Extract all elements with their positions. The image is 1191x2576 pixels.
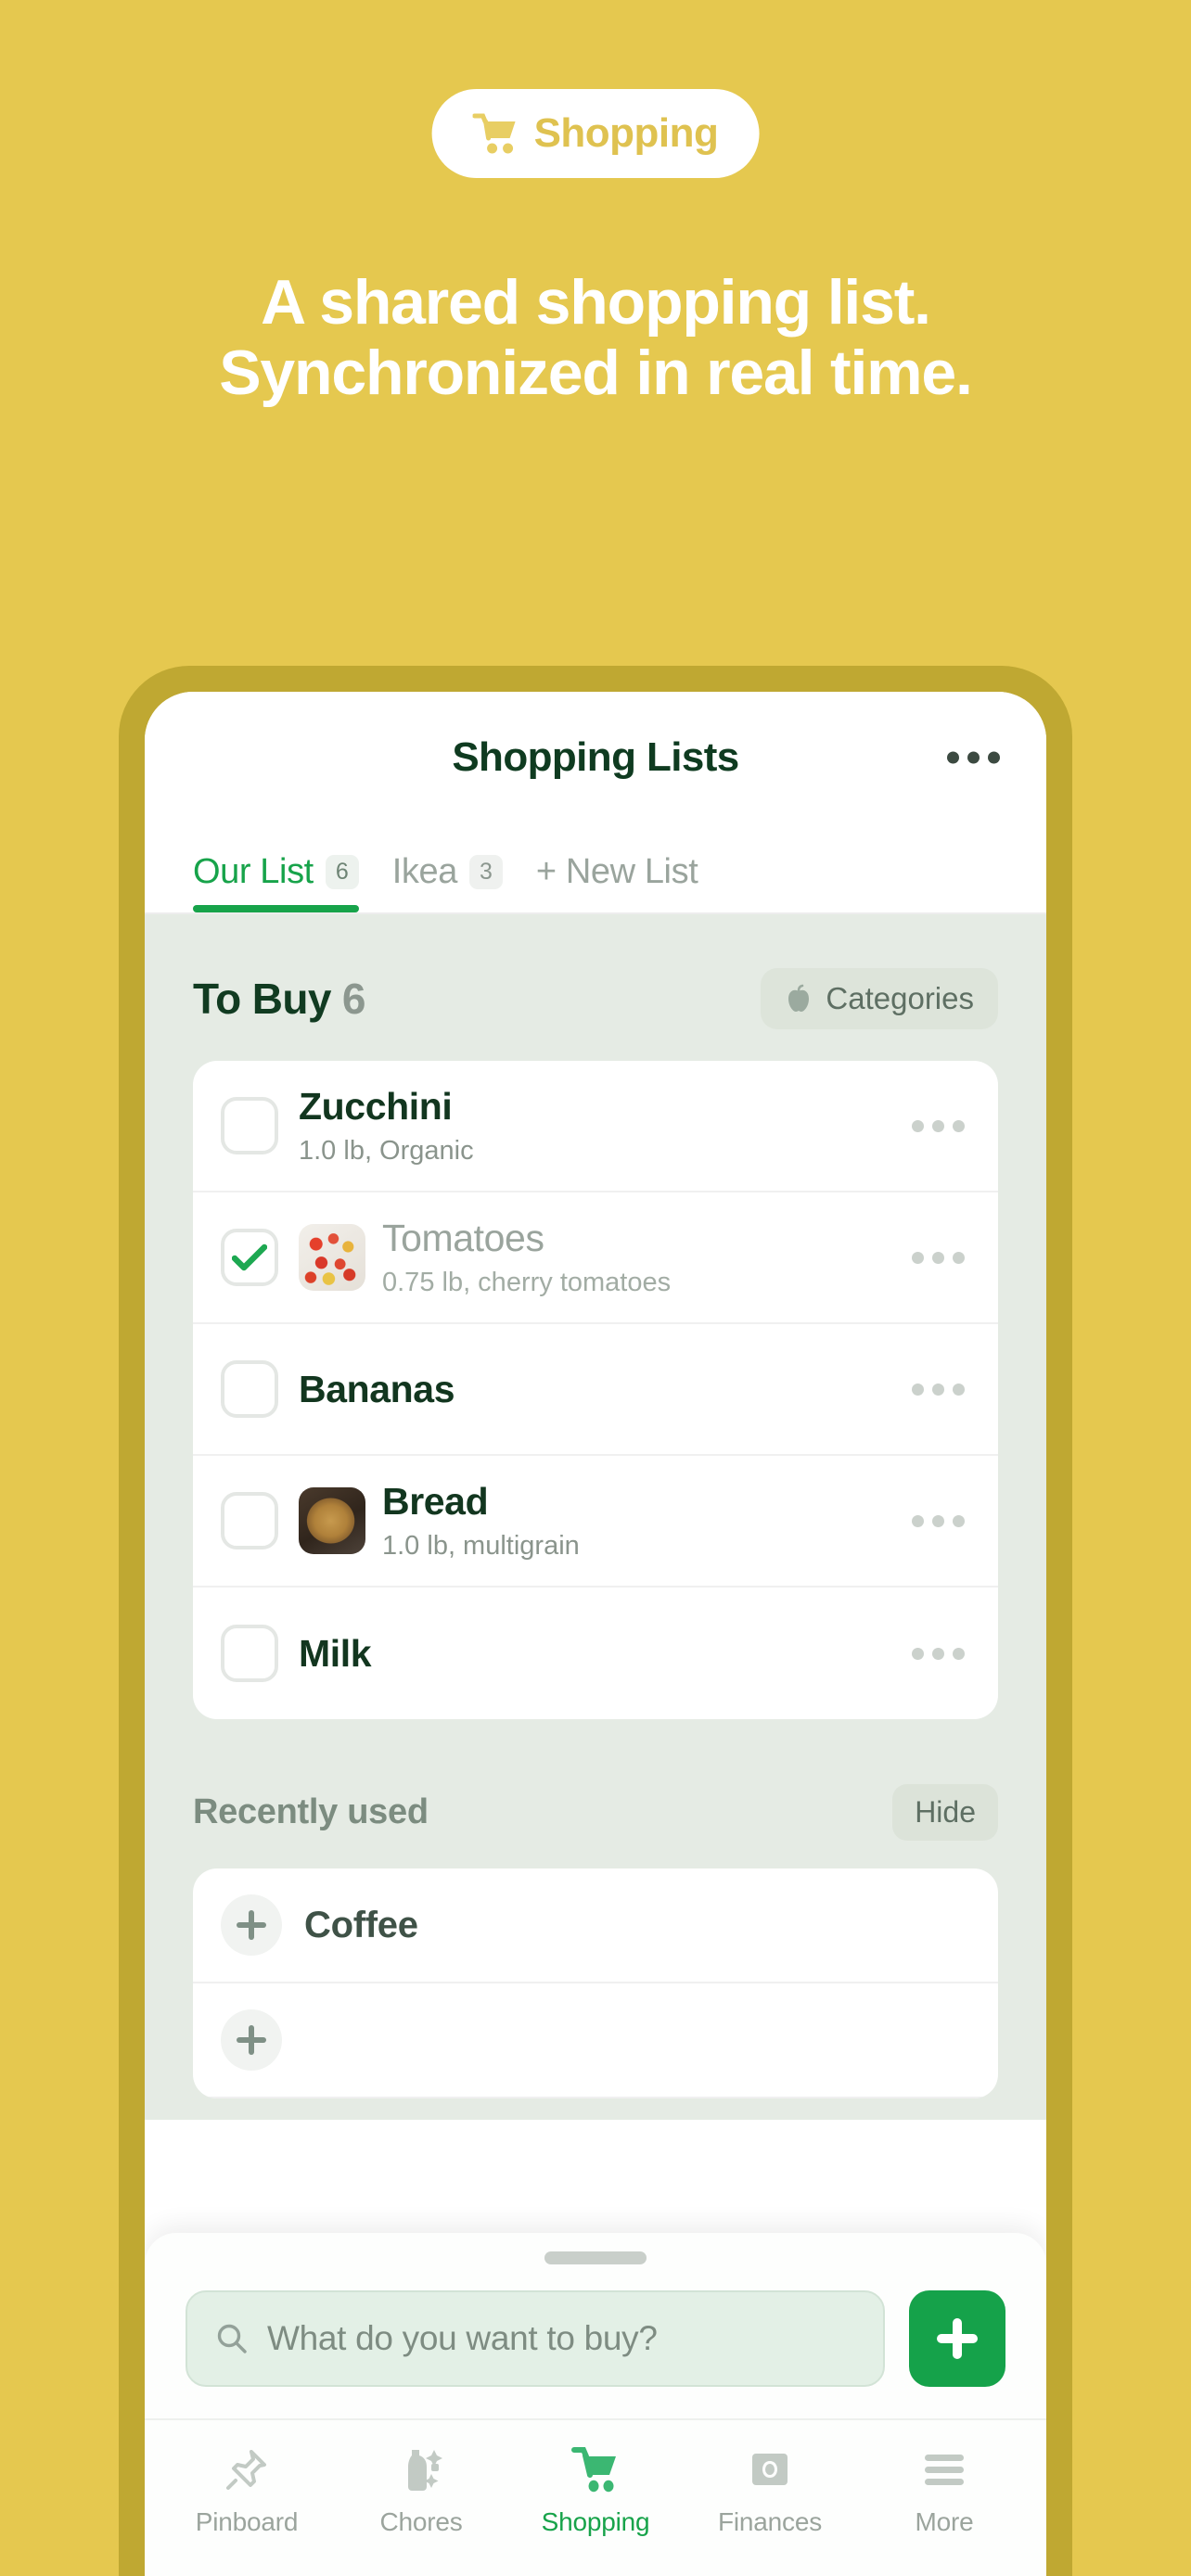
item-name: Bananas — [299, 1367, 455, 1410]
item-checkbox[interactable] — [221, 1229, 278, 1286]
phone-frame: Shopping Lists Our List 6 Ikea 3 + New L… — [119, 666, 1072, 2576]
more-horizontal-icon[interactable] — [897, 1119, 965, 1132]
page-title: Shopping Lists — [452, 734, 739, 780]
tab-finances[interactable]: Finances — [683, 2444, 857, 2537]
to-buy-title: To Buy 6 — [193, 974, 365, 1024]
tab-label: + New List — [535, 852, 698, 891]
tab-ikea[interactable]: Ikea 3 — [392, 852, 503, 912]
tab-label: Our List — [193, 852, 314, 891]
apple-icon — [785, 984, 813, 1014]
composer-sheet: What do you want to buy? Pinboard Chores… — [145, 2233, 1046, 2576]
composer-row: What do you want to buy? — [145, 2290, 1046, 2418]
hide-button[interactable]: Hide — [892, 1784, 998, 1841]
tab-label: Chores — [379, 2507, 463, 2536]
item-thumbnail — [299, 1487, 365, 1554]
item-checkbox[interactable] — [221, 1625, 278, 1682]
promo-headline: A shared shopping list. Synchronized in … — [219, 267, 973, 409]
more-horizontal-icon[interactable] — [897, 1251, 965, 1264]
more-horizontal-icon[interactable] — [947, 751, 1000, 764]
tab-our-list[interactable]: Our List 6 — [193, 852, 359, 912]
more-horizontal-icon[interactable] — [897, 1514, 965, 1527]
table-row[interactable]: Milk — [193, 1588, 998, 1719]
tab-label: Finances — [717, 2507, 822, 2536]
table-row[interactable]: Bread 1.0 lb, multigrain — [193, 1456, 998, 1588]
item-name: Zucchini — [299, 1085, 453, 1129]
item-thumbnail — [299, 1224, 365, 1291]
item-subtitle: 0.75 lb, cherry tomatoes — [382, 1267, 672, 1297]
item-checkbox[interactable] — [221, 1097, 278, 1154]
plus-icon[interactable] — [221, 1894, 282, 1956]
search-input[interactable]: What do you want to buy? — [186, 2290, 885, 2387]
recently-used-title: Recently used — [193, 1792, 429, 1831]
item-text: Zucchini 1.0 lb, Organic — [299, 1084, 897, 1167]
item-text: Milk — [299, 1631, 897, 1676]
tab-label: Ikea — [391, 852, 458, 891]
recent-item-name: Coffee — [304, 1904, 418, 1945]
tab-label: Pinboard — [195, 2507, 299, 2536]
table-row[interactable]: Zucchini 1.0 lb, Organic — [193, 1061, 998, 1192]
tab-more[interactable]: More — [857, 2444, 1031, 2537]
shopping-list-body: To Buy 6 Categories Zucchini 1.0 lb, Org… — [145, 914, 1046, 2120]
item-subtitle: 1.0 lb, Organic — [299, 1135, 474, 1166]
to-buy-count: 6 — [341, 975, 366, 1023]
plus-icon[interactable] — [221, 2009, 282, 2071]
to-buy-label: To Buy — [193, 975, 331, 1023]
spray-bottle-icon — [398, 2444, 444, 2494]
list-item[interactable] — [193, 1983, 998, 2098]
list-tabs: Our List 6 Ikea 3 + New List — [145, 823, 1046, 912]
phone-screen: Shopping Lists Our List 6 Ikea 3 + New L… — [145, 692, 1046, 2576]
categories-label: Categories — [826, 981, 974, 1015]
more-horizontal-icon[interactable] — [897, 1383, 965, 1396]
item-checkbox[interactable] — [221, 1492, 278, 1549]
item-text: Bread 1.0 lb, multigrain — [382, 1479, 897, 1562]
app-topbar: Shopping Lists — [145, 692, 1046, 823]
item-text: Tomatoes 0.75 lb, cherry tomatoes — [382, 1216, 897, 1298]
shopping-cart-icon — [571, 2444, 620, 2494]
item-subtitle: 1.0 lb, multigrain — [382, 1530, 580, 1561]
categories-button[interactable]: Categories — [761, 968, 998, 1029]
table-row[interactable]: Bananas — [193, 1324, 998, 1456]
tab-count-badge: 6 — [325, 854, 359, 890]
sheet-grabber[interactable] — [544, 2251, 647, 2264]
item-name: Bread — [382, 1480, 489, 1524]
recently-used-card: Coffee — [193, 1868, 998, 2098]
promo-badge-label: Shopping — [533, 110, 719, 156]
search-icon — [215, 2322, 249, 2355]
tab-pinboard[interactable]: Pinboard — [160, 2444, 334, 2537]
item-checkbox[interactable] — [221, 1360, 278, 1418]
tab-label: More — [915, 2507, 974, 2536]
item-name: Tomatoes — [382, 1217, 544, 1260]
shopping-cart-icon — [472, 112, 519, 155]
to-buy-header: To Buy 6 Categories — [193, 914, 998, 1061]
to-buy-items-card: Zucchini 1.0 lb, Organic Tomatoes 0.75 l… — [193, 1061, 998, 1719]
banknote-icon — [747, 2444, 793, 2494]
tab-label: Shopping — [541, 2507, 650, 2536]
recently-used-header: Recently used Hide — [193, 1719, 998, 1868]
promo-badge: Shopping — [431, 89, 760, 178]
table-row[interactable]: Tomatoes 0.75 lb, cherry tomatoes — [193, 1192, 998, 1324]
hamburger-menu-icon — [921, 2444, 967, 2494]
add-item-button[interactable] — [909, 2290, 1005, 2387]
tab-chores[interactable]: Chores — [334, 2444, 508, 2537]
more-horizontal-icon[interactable] — [897, 1647, 965, 1660]
item-name: Milk — [299, 1631, 372, 1675]
item-text: Bananas — [299, 1367, 897, 1411]
list-item[interactable]: Coffee — [193, 1868, 998, 1983]
pin-icon — [224, 2444, 270, 2494]
bottom-tabbar: Pinboard Chores Shopping Finances More — [145, 2420, 1046, 2576]
tab-count-badge: 3 — [468, 854, 503, 890]
search-placeholder: What do you want to buy? — [267, 2319, 658, 2357]
tab-new-list[interactable]: + New List — [536, 852, 698, 912]
tab-shopping[interactable]: Shopping — [508, 2444, 683, 2537]
